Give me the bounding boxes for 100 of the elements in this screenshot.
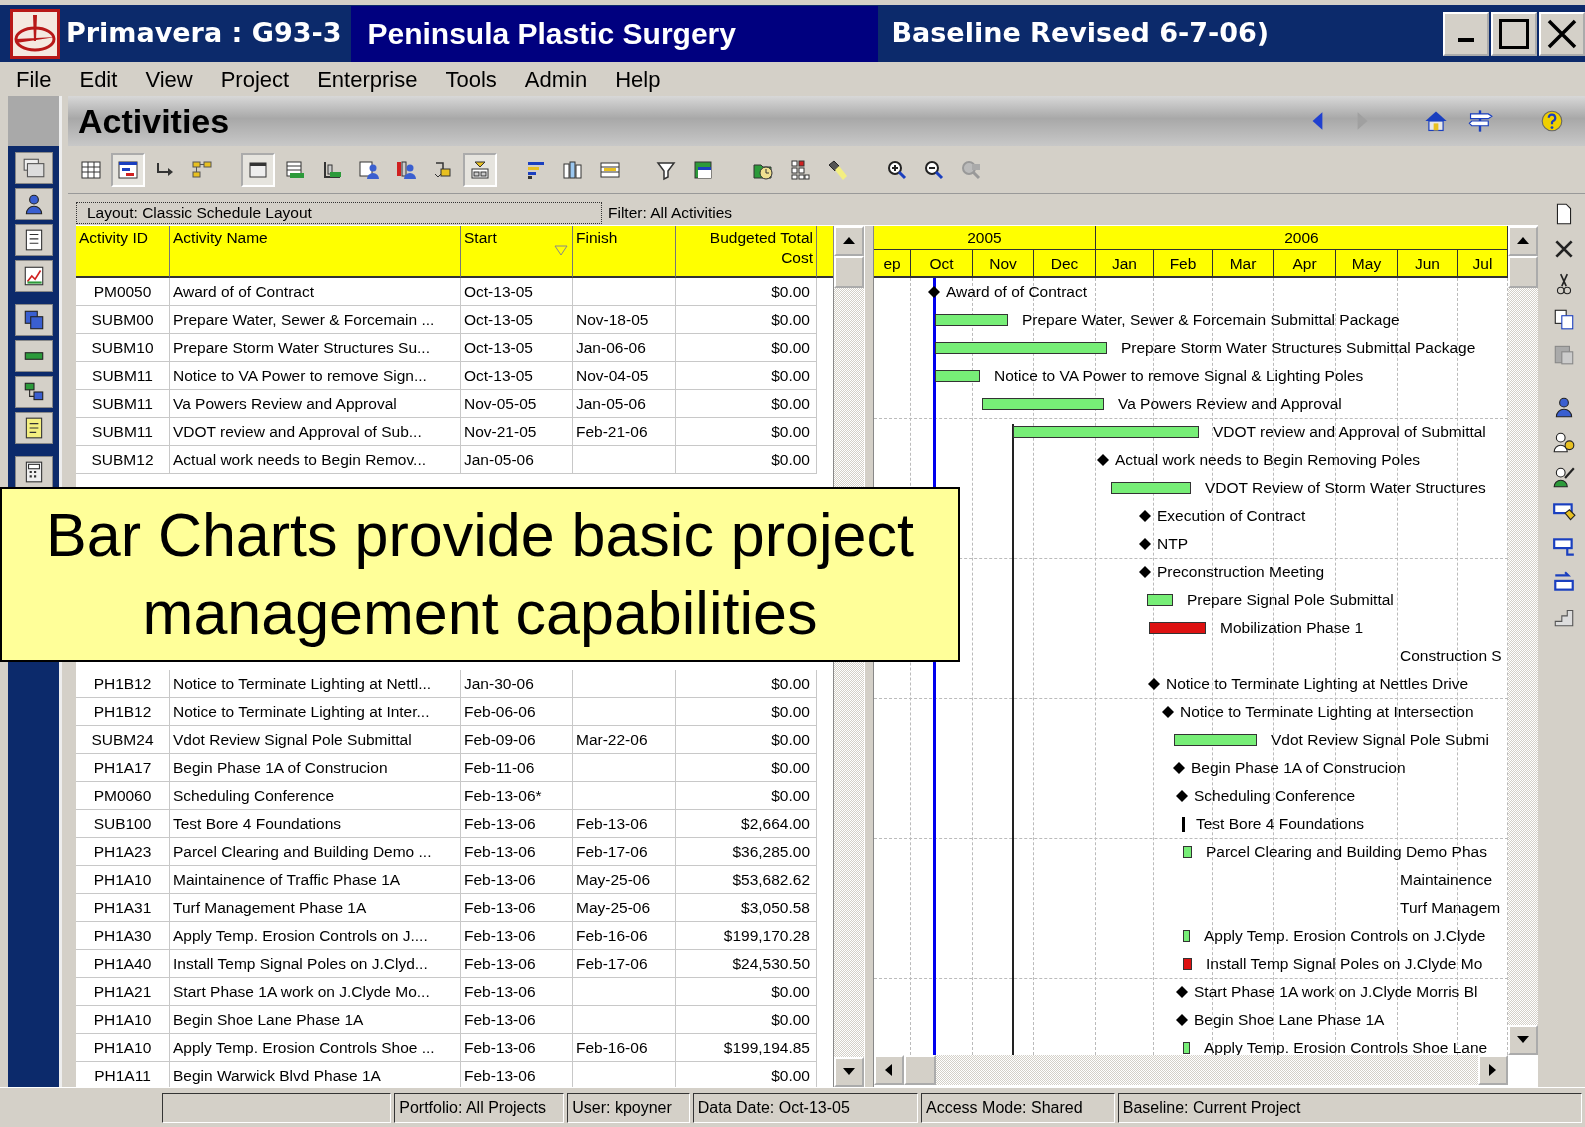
detail-window-button[interactable] bbox=[241, 152, 275, 187]
list-button[interactable] bbox=[14, 224, 53, 256]
table-cell: Feb-09-06 bbox=[461, 726, 573, 754]
bottom-layout-button[interactable] bbox=[463, 152, 497, 187]
scroll-thumb[interactable] bbox=[834, 256, 864, 288]
gantt-view-button[interactable] bbox=[111, 152, 145, 187]
column-header[interactable] bbox=[817, 226, 833, 278]
month-header: Nov bbox=[973, 250, 1034, 276]
close-button[interactable] bbox=[1539, 11, 1585, 56]
column-header[interactable]: Activity Name bbox=[170, 226, 461, 278]
table-cell: $199,170.28 bbox=[676, 922, 817, 950]
scroll-down-button[interactable] bbox=[834, 1057, 864, 1087]
table-cell: Prepare Water, Sewer & Forcemain ... bbox=[170, 306, 461, 334]
table-cell: $0.00 bbox=[676, 978, 817, 1006]
table-cell: Apply Temp. Erosion Controls Shoe ... bbox=[170, 1034, 461, 1062]
notes-button[interactable] bbox=[14, 412, 53, 444]
column-header[interactable]: Finish bbox=[573, 226, 676, 278]
zoom-icon bbox=[960, 158, 982, 181]
table-cell: PH1A40 bbox=[76, 950, 170, 978]
menu-item[interactable]: Help bbox=[613, 62, 674, 96]
calculator-button[interactable] bbox=[14, 456, 53, 488]
bar-label: Construction S bbox=[1400, 646, 1502, 666]
sort-icon[interactable] bbox=[554, 244, 568, 257]
table-cell: SUBM12 bbox=[76, 446, 170, 474]
projects-icon bbox=[21, 156, 46, 180]
spotlight-icon bbox=[826, 158, 848, 181]
table-cell: PH1A30 bbox=[76, 922, 170, 950]
bar-label: Vdot Review Signal Pole Submi bbox=[1271, 730, 1489, 750]
menu-item[interactable]: View bbox=[143, 62, 206, 96]
table-cell: PH1A23 bbox=[76, 838, 170, 866]
menu-item[interactable]: Project bbox=[218, 62, 303, 96]
maximize-button[interactable] bbox=[1491, 11, 1537, 56]
scroll-right-button[interactable] bbox=[1478, 1055, 1508, 1085]
table-cell: Feb-16-06 bbox=[573, 922, 676, 950]
month-header: Jun bbox=[1398, 250, 1458, 276]
filter-label: Filter: All Activities bbox=[608, 202, 733, 223]
signpost-icon bbox=[1467, 108, 1493, 134]
table-cell: Turf Management Phase 1A bbox=[170, 894, 461, 922]
table-cell: Nov-04-05 bbox=[573, 362, 676, 390]
status-panel: Data Date: Oct-13-05 bbox=[692, 1092, 919, 1123]
table-cell: $0.00 bbox=[676, 1006, 817, 1034]
bar-label: Parcel Clearing and Building Demo Phas bbox=[1206, 842, 1487, 862]
table-cell: Mar-22-06 bbox=[573, 726, 676, 754]
horizontal-scrollbar[interactable] bbox=[874, 1055, 1508, 1085]
hierarchy-button[interactable] bbox=[14, 376, 53, 408]
bar-label: Notice to Terminate Lighting at Nettles Drive bbox=[1166, 674, 1469, 694]
table-cell: Feb-06-06 bbox=[461, 698, 573, 726]
minimize-button[interactable] bbox=[1443, 11, 1489, 56]
table-cell: May-25-06 bbox=[573, 894, 676, 922]
table-cell: Jan-30-06 bbox=[461, 670, 573, 698]
chart-button[interactable] bbox=[14, 260, 53, 292]
month-header: Feb bbox=[1154, 250, 1213, 276]
table-cell: PH1A10 bbox=[76, 1034, 170, 1062]
bar-label: Notice to VA Power to remove Signal & Lighting Poles bbox=[994, 366, 1364, 386]
menu-item[interactable]: Admin bbox=[522, 62, 601, 96]
table-cell: PM0060 bbox=[76, 782, 170, 810]
milestone-icon bbox=[1139, 538, 1151, 550]
column-header[interactable]: Start bbox=[461, 226, 573, 278]
scroll-thumb[interactable] bbox=[1508, 256, 1538, 288]
table-cell: Jan-06-06 bbox=[573, 334, 676, 362]
menu-item[interactable]: Edit bbox=[77, 62, 131, 96]
gantt-view-icon bbox=[117, 158, 139, 181]
column-header[interactable]: Activity ID bbox=[76, 226, 170, 278]
column-header[interactable]: Budgeted Total Cost bbox=[676, 226, 817, 278]
scroll-left-button[interactable] bbox=[874, 1055, 904, 1085]
table-cell: PH1A17 bbox=[76, 754, 170, 782]
scroll-thumb[interactable] bbox=[904, 1055, 936, 1085]
table-cell: Parcel Clearing and Building Demo ... bbox=[170, 838, 461, 866]
table-cell: PH1A21 bbox=[76, 978, 170, 1006]
table-cell: Prepare Storm Water Structures Su... bbox=[170, 334, 461, 362]
table-cell: Feb-16-06 bbox=[573, 1034, 676, 1062]
grid-icon bbox=[789, 158, 811, 181]
table-cell: PH1A10 bbox=[76, 1006, 170, 1034]
gantt-tick bbox=[1182, 817, 1185, 832]
month-header: Jan bbox=[1096, 250, 1154, 276]
table-cell: VDOT review and Approval of Sub... bbox=[170, 418, 461, 446]
scroll-up-button[interactable] bbox=[1508, 226, 1538, 256]
scroll-down-button[interactable] bbox=[1508, 1025, 1538, 1055]
menu-item[interactable]: Tools bbox=[443, 62, 510, 96]
vertical-scrollbar[interactable] bbox=[1508, 226, 1538, 1055]
projects-button[interactable] bbox=[14, 152, 53, 184]
table-cell: $36,285.00 bbox=[676, 838, 817, 866]
scroll-up-button[interactable] bbox=[834, 226, 864, 256]
windows-button[interactable] bbox=[14, 304, 53, 336]
menu-item[interactable]: Enterprise bbox=[315, 62, 431, 96]
month-header: Mar bbox=[1213, 250, 1274, 276]
table-cell: Feb-17-06 bbox=[573, 838, 676, 866]
user-button[interactable] bbox=[14, 188, 53, 220]
menu-item[interactable]: File bbox=[14, 62, 65, 96]
layout-selector[interactable]: Layout: Classic Schedule Layout bbox=[76, 201, 602, 224]
table-cell: $0.00 bbox=[676, 698, 817, 726]
table-cell: PM0050 bbox=[76, 278, 170, 306]
bar-label: NTP bbox=[1157, 534, 1188, 554]
zoom-out-icon bbox=[923, 158, 945, 181]
table-cell: $0.00 bbox=[676, 726, 817, 754]
table-cell: Begin Phase 1A of Construcion bbox=[170, 754, 461, 782]
bar-button[interactable] bbox=[14, 340, 53, 372]
table-cell: SUBM11 bbox=[76, 362, 170, 390]
bar-label: VDOT Review of Storm Water Structures bbox=[1205, 478, 1486, 498]
table-cell: PH1A11 bbox=[76, 1062, 170, 1087]
